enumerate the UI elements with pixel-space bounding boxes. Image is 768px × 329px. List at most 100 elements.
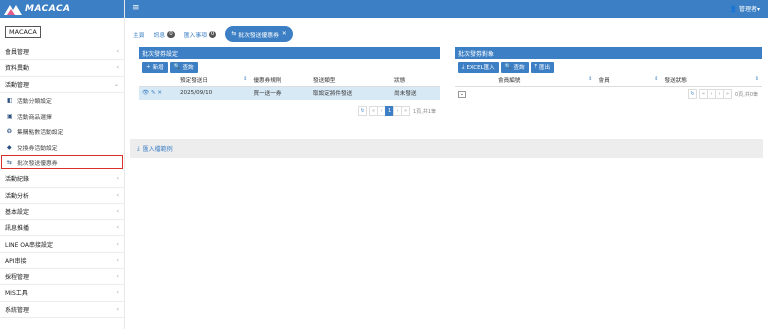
table-header[interactable]: 狀態: [391, 75, 440, 87]
sidebar-item-activity-management[interactable]: 活動管理 ⌄: [0, 77, 125, 93]
sidebar-item-activity-log[interactable]: 活動紀錄 ‹: [0, 171, 125, 188]
sidebar-item-label: 活動管理: [5, 81, 30, 89]
cell-date: 2025/09/10: [177, 86, 251, 100]
sidebar-subitem-label: 活動分類設定: [17, 99, 52, 106]
sidebar-item-api[interactable]: API串接 ‹: [0, 253, 125, 270]
export-icon: ⤒: [534, 63, 537, 70]
sidebar-item-basic-settings[interactable]: 基本設定 ‹: [0, 204, 125, 221]
delete-icon[interactable]: ✕: [157, 90, 162, 96]
tab-batch-coupon[interactable]: ⇆ 批次發送優惠券 ✕: [225, 26, 293, 42]
close-icon[interactable]: ✕: [282, 31, 287, 37]
sidebar-item-mis[interactable]: MIS工具 ‹: [0, 285, 125, 302]
sort-icon: ⇕: [243, 76, 248, 83]
chevron-left-icon: ‹: [116, 289, 119, 297]
last-page-button[interactable]: »: [401, 106, 411, 116]
sidebar-subitem-points[interactable]: ❂ 集購點數活動設定: [0, 124, 125, 140]
add-button[interactable]: + 新增: [142, 61, 168, 73]
button-label: 匯出: [538, 65, 550, 71]
tab-messages[interactable]: 訊息 0: [154, 30, 175, 39]
user-label: 管理者▾: [738, 6, 760, 13]
search-icon: 🔍: [504, 64, 512, 70]
button-label: 查詢: [182, 65, 194, 71]
table-header[interactable]: 優惠券規則: [250, 75, 311, 87]
tab-imports[interactable]: 匯入事項 0: [184, 30, 217, 39]
logo-icon: [4, 3, 22, 15]
header-label: 會員: [598, 78, 610, 85]
table-header[interactable]: 會員編號 ⇕: [495, 75, 596, 87]
sidebar-subitem-voucher[interactable]: ◆ 兌換券活動設定: [0, 140, 125, 156]
diamond-icon: ◆: [7, 143, 12, 151]
refresh-icon[interactable]: ↻: [358, 106, 368, 116]
header-label: 優惠券規則: [253, 78, 282, 85]
import-example-link[interactable]: 匯入檔範例: [143, 144, 173, 153]
count-badge: 0: [167, 30, 175, 38]
last-page-button[interactable]: »: [723, 89, 733, 99]
sidebar-nav: 會員管理 ‹ 資料異動 ‹ 活動管理 ⌄ ◧ 活動分類設定 ▣ 活動商品選擇 ❂…: [0, 44, 125, 318]
chevron-down-icon[interactable]: ⌄: [458, 91, 466, 99]
sidebar-item-schedule[interactable]: 採程管理 ‹: [0, 269, 125, 286]
page-info: 0頁,共0筆: [735, 91, 758, 98]
button-label: EXCEL匯入: [466, 65, 495, 71]
view-icon[interactable]: 👁: [142, 90, 149, 96]
topbar: ≡ 👤 管理者▾: [125, 0, 768, 18]
panel-title: 批次發券設定: [139, 47, 440, 59]
chevron-left-icon: ‹: [116, 208, 119, 215]
sidebar-item-label: 系統管理: [5, 306, 30, 314]
table-header[interactable]: 發送狀態 ⇕: [661, 75, 762, 87]
button-label: 新增: [152, 65, 164, 71]
excel-import-button[interactable]: ⤓ EXCEL匯入: [458, 61, 499, 73]
sidebar-item-line-oa[interactable]: LINE OA串接設定 ‹: [0, 236, 125, 253]
header-label: 發送狀態: [664, 78, 687, 85]
chevron-left-icon: ‹: [116, 240, 119, 248]
download-icon: ⤓: [137, 144, 140, 152]
sidebar-item-label: 活動紀錄: [5, 176, 30, 184]
sidebar-item-label: 訊息推播: [5, 225, 30, 233]
table-header[interactable]: 會員 ⇕: [595, 75, 662, 87]
sidebar-item-push[interactable]: 訊息推播 ‹: [0, 220, 125, 237]
sidebar-subitem-label: 集購點數活動設定: [17, 130, 64, 137]
count-badge: 0: [208, 30, 217, 38]
chevron-left-icon: ‹: [116, 305, 119, 313]
edit-icon[interactable]: ✎: [151, 90, 156, 96]
pagination: ↻ « ‹ 1 › » 1頁,共1筆: [139, 105, 440, 117]
chevron-left-icon: ‹: [116, 256, 119, 264]
user-menu[interactable]: 👤 管理者▾: [730, 4, 760, 13]
sidebar-subitem-products[interactable]: ▣ 活動商品選擇: [0, 108, 125, 124]
sidebar-subitem-batch-coupon[interactable]: ⇆ 批次發送優惠券: [1, 155, 123, 170]
tab-label: 批次發送優惠券: [238, 32, 279, 39]
sidebar-item-system[interactable]: 系統管理 ‹: [0, 302, 125, 318]
refresh-icon[interactable]: ↻: [688, 89, 698, 99]
table-header[interactable]: 預定發送日 ⇕: [177, 75, 251, 87]
table-header[interactable]: 發送類型: [310, 75, 392, 87]
chevron-left-icon: ‹: [116, 64, 119, 72]
sidebar-item-activity-analysis[interactable]: 活動分析 ‹: [0, 188, 125, 204]
sidebar-item-members[interactable]: 會員管理 ‹: [0, 44, 125, 61]
sidebar-subitem-label: 批次發送優惠券: [17, 160, 58, 167]
sidebar: MACACA MACACA 會員管理 ‹ 資料異動 ‹ 活動管理 ⌄ ◧ 活動分…: [0, 0, 125, 329]
sidebar-item-label: MIS工具: [5, 290, 28, 298]
pagination: ↻ « ‹ › » 0頁,共0筆: [455, 88, 762, 100]
transfer-icon: ⇆: [7, 158, 13, 166]
tab-home[interactable]: 主頁: [133, 30, 145, 39]
sidebar-item-label: 基本設定: [5, 209, 30, 216]
export-button[interactable]: ⤒ 匯出: [530, 61, 554, 73]
query-button[interactable]: 🔍 查詢: [169, 61, 198, 73]
product-icon: ▣: [7, 112, 13, 120]
chevron-down-icon: ⌄: [113, 80, 119, 88]
category-icon: ◧: [7, 97, 13, 105]
sidebar-subitem-category[interactable]: ◧ 活動分類設定: [0, 93, 125, 109]
row-actions: 👁 ✎ ✕: [139, 86, 177, 100]
cell-status: 尚未發送: [391, 86, 440, 100]
hamburger-icon[interactable]: ≡: [132, 3, 140, 13]
cell-type: 取設定將件發送: [310, 86, 392, 100]
sidebar-item-data-change[interactable]: 資料異動 ‹: [0, 60, 125, 77]
header-label: 狀態: [394, 78, 406, 85]
sidebar-item-label: LINE OA串接設定: [5, 241, 54, 249]
import-example-bar[interactable]: ⤓ 匯入檔範例: [130, 139, 763, 158]
batch-settings-panel: 批次發券設定 + 新增 🔍 查詢 預定發送日 ⇕ 優惠券規則 發送類型 狀態 👁: [139, 47, 440, 117]
batch-settings-table: 預定發送日 ⇕ 優惠券規則 發送類型 狀態 👁 ✎ ✕ 2025/09/10 買一…: [139, 75, 440, 100]
button-label: 查詢: [513, 65, 525, 71]
table-row[interactable]: 👁 ✎ ✕ 2025/09/10 買一送一券 取設定將件發送 尚未發送: [139, 86, 440, 100]
tab-label: 訊息: [153, 32, 166, 39]
query-button[interactable]: 🔍 查詢: [500, 61, 529, 73]
